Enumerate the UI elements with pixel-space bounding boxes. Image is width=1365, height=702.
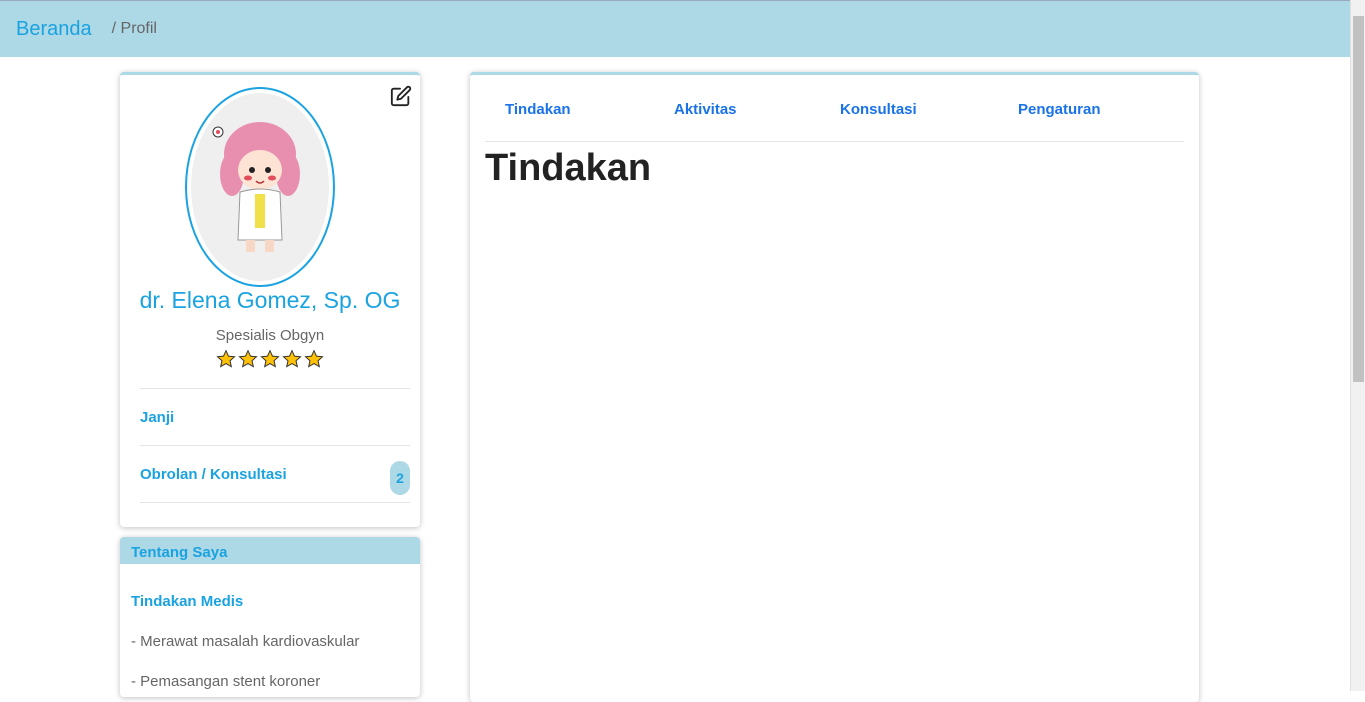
doctor-avatar-illustration [212,122,300,252]
about-subtitle: Tindakan Medis [131,593,244,610]
about-item: - Merawat masalah kardiovaskular [131,633,360,650]
section-title: Tindakan [485,147,652,189]
doctor-avatar [185,87,335,287]
about-title: Tentang Saya [120,537,420,564]
rating-stars [120,349,420,369]
divider [140,388,410,389]
tab-pengaturan[interactable]: Pengaturan [1018,101,1101,118]
tab-konsultasi[interactable]: Konsultasi [840,101,917,118]
top-navbar: Beranda / Profil [0,0,1350,57]
appointments-link[interactable]: Janji [140,409,174,426]
divider [140,502,410,503]
star-icon [282,349,302,368]
star-icon [238,349,258,368]
breadcrumb-home-link[interactable]: Beranda [16,18,92,41]
star-icon [216,349,236,368]
page-scrollbar[interactable] [1350,0,1365,691]
chat-consultation-link[interactable]: Obrolan / Konsultasi [140,466,287,483]
doctor-name: dr. Elena Gomez, Sp. OG [139,287,401,313]
about-item: - Pemasangan stent koroner [131,673,321,690]
star-icon [260,349,280,368]
chat-count-badge: 2 [390,461,410,495]
divider [140,445,410,446]
main-content-card: Tindakan Aktivitas Konsultasi Pengaturan… [470,72,1199,702]
doctor-specialty: Spesialis Obgyn [215,327,325,344]
scrollbar-thumb[interactable] [1353,16,1364,382]
star-icon [304,349,324,368]
edit-icon[interactable] [390,85,412,107]
profile-card: dr. Elena Gomez, Sp. OG Spesialis Obgyn … [120,72,420,527]
tab-aktivitas[interactable]: Aktivitas [674,101,737,118]
tab-bar: Tindakan Aktivitas Konsultasi Pengaturan [485,75,1184,142]
about-card: Tentang Saya Tindakan Medis - Merawat ma… [120,537,420,697]
breadcrumb-current: / Profil [111,20,157,37]
tab-tindakan[interactable]: Tindakan [505,101,571,118]
